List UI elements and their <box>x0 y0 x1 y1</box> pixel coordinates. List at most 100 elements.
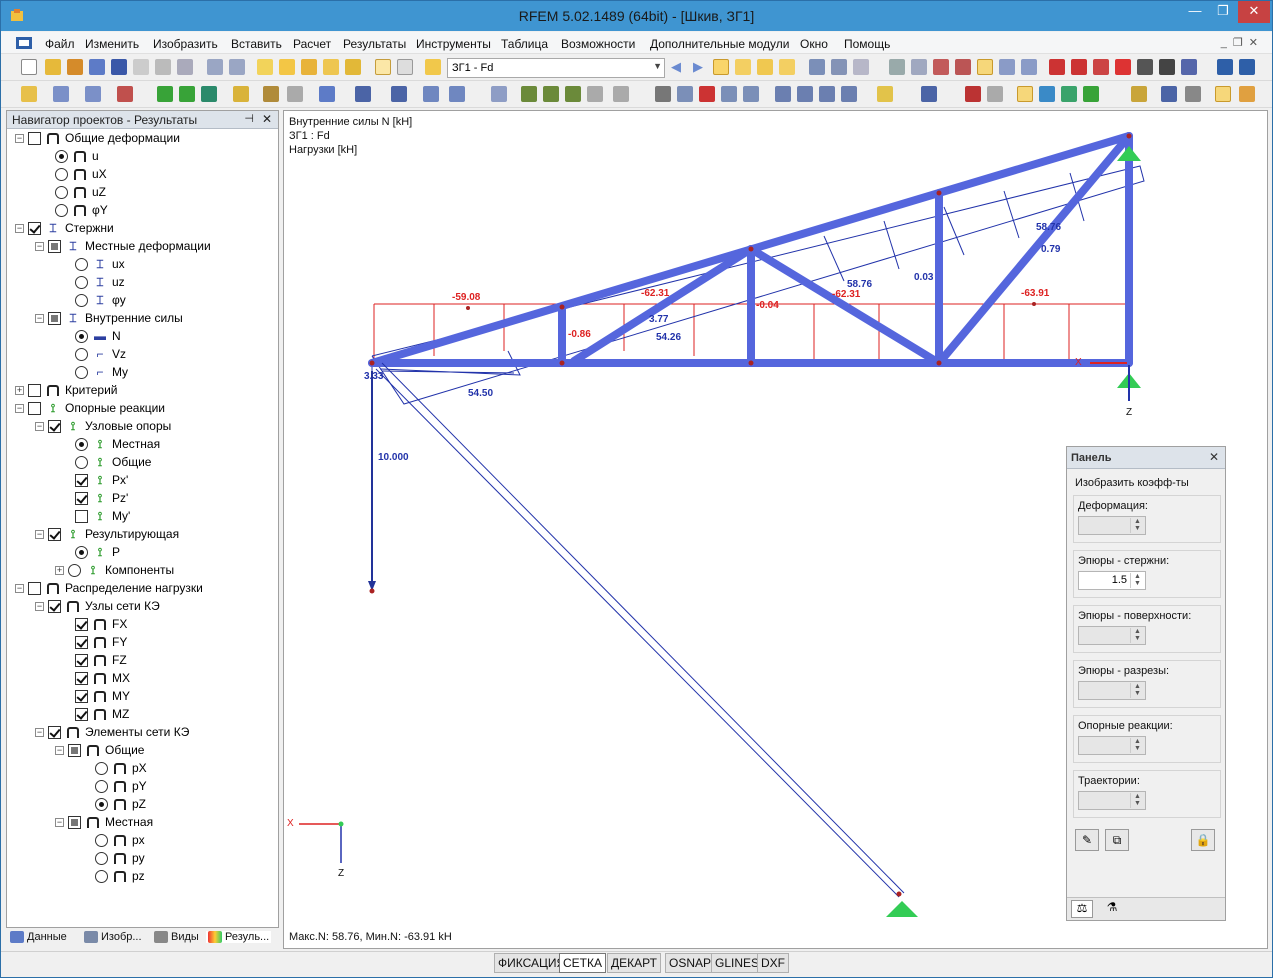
open-folder-icon[interactable] <box>67 59 83 75</box>
filter-3-icon[interactable] <box>977 59 993 75</box>
tree-item-px-global[interactable]: pX <box>95 759 147 777</box>
line-icon[interactable] <box>53 86 69 102</box>
tree-item-local-ux[interactable]: ⌶ ux <box>75 255 125 273</box>
print-icon[interactable] <box>133 59 149 75</box>
results-on-icon[interactable] <box>713 59 729 75</box>
color-icon[interactable] <box>965 86 981 102</box>
tab-views[interactable]: Виды <box>154 931 199 943</box>
tree-item-n[interactable]: ▬ N <box>75 327 121 345</box>
tree-item-mx[interactable]: MX <box>75 669 130 687</box>
grid-toggle[interactable]: СЕТКА <box>559 953 606 973</box>
trajectories-factor-input[interactable]: ▲ ▼ <box>1078 791 1146 810</box>
tree-item-my-support[interactable]: ⟟ My' <box>75 507 130 525</box>
snap-toggle[interactable]: ФИКСАЦИЯ <box>494 953 570 973</box>
panel-toggle-icon[interactable] <box>1215 86 1231 102</box>
table-toggle-icon[interactable] <box>397 59 413 75</box>
filter-2-icon[interactable] <box>955 59 971 75</box>
zoom-window-icon[interactable] <box>677 86 693 102</box>
menu-edit[interactable]: Изменить <box>85 37 139 51</box>
tree-item-local-deformations[interactable]: − ⌶ Местные деформации <box>35 237 211 255</box>
print-preview-icon[interactable] <box>155 59 171 75</box>
tree-item-u[interactable]: u <box>55 147 99 165</box>
result-display-3-icon[interactable] <box>1061 86 1077 102</box>
view-3d-icon[interactable] <box>721 86 737 102</box>
surface-icon[interactable] <box>117 86 133 102</box>
menu-results[interactable]: Результаты <box>343 37 406 51</box>
tree-item-pz-local[interactable]: pz <box>95 867 145 885</box>
mdi-window-buttons[interactable]: _❐✕ <box>1221 36 1264 49</box>
menu-file[interactable]: Файл <box>45 37 75 51</box>
pin-icon[interactable]: ⊣ <box>244 112 254 125</box>
scale-icon[interactable] <box>587 86 603 102</box>
menu-window[interactable]: Окно <box>800 37 828 51</box>
filter-5-icon[interactable] <box>1021 59 1037 75</box>
result-display-7-icon[interactable] <box>1185 86 1201 102</box>
view-z-icon[interactable] <box>819 86 835 102</box>
minimize-button[interactable]: — <box>1180 1 1210 23</box>
copy-icon[interactable] <box>521 86 537 102</box>
tree-item-members[interactable]: − ⌶ Стержни <box>15 219 114 237</box>
tree-item-load-distribution[interactable]: − Распределение нагрузки <box>15 579 203 597</box>
save-icon[interactable] <box>111 59 127 75</box>
view-3d-2-icon[interactable] <box>743 86 759 102</box>
deformation-factor-input[interactable]: ▲ ▼ <box>1078 516 1146 535</box>
tree-item-elements-global[interactable]: − Общие <box>55 741 144 759</box>
panel-close-icon[interactable]: ✕ <box>1209 450 1219 464</box>
tree-item-global-deformations[interactable]: − Общие деформации <box>15 129 180 147</box>
undo-icon[interactable] <box>207 59 223 75</box>
open-icon[interactable] <box>45 59 61 75</box>
result-display-6-icon[interactable] <box>1161 86 1177 102</box>
node-icon[interactable] <box>21 86 37 102</box>
support-reactions-factor-input[interactable]: ▲ ▼ <box>1078 736 1146 755</box>
navigator-close-icon[interactable]: ✕ <box>262 112 272 126</box>
filter-icon[interactable] <box>933 59 949 75</box>
model-2-icon[interactable] <box>355 86 371 102</box>
scale-2-icon[interactable] <box>613 86 629 102</box>
grid-icon[interactable] <box>911 59 927 75</box>
tree-item-mz[interactable]: MZ <box>75 705 129 723</box>
navigator-toggle-icon[interactable] <box>375 59 391 75</box>
tree-item-components[interactable]: + ⟟ Компоненты <box>55 561 174 579</box>
mirror-icon[interactable] <box>565 86 581 102</box>
menu-insert[interactable]: Вставить <box>231 37 282 51</box>
load-3-icon[interactable] <box>287 86 303 102</box>
settings-icon[interactable] <box>1181 59 1197 75</box>
animate-icon[interactable] <box>809 59 825 75</box>
mesh-icon[interactable] <box>889 59 905 75</box>
result-display-2-icon[interactable] <box>1039 86 1055 102</box>
model-4-icon[interactable] <box>423 86 439 102</box>
result-display-icon[interactable] <box>1017 86 1033 102</box>
dimension-icon[interactable] <box>1049 59 1065 75</box>
tree-item-nodal-supports[interactable]: − ⟟ Узловые опоры <box>35 417 171 435</box>
edit-button[interactable]: ✎ <box>1075 829 1099 851</box>
filter-4-icon[interactable] <box>999 59 1015 75</box>
tree-item-uz[interactable]: uZ <box>55 183 106 201</box>
tree-item-resultant[interactable]: − ⟟ Результирующая <box>35 525 179 543</box>
result-display-5-icon[interactable] <box>1131 86 1147 102</box>
model-icon[interactable] <box>319 86 335 102</box>
tree-item-ux[interactable]: uX <box>55 165 107 183</box>
tree-item-local-uz[interactable]: ⌶ uz <box>75 273 125 291</box>
tree-item-phiy[interactable]: φY <box>55 201 108 219</box>
tree-item-my-node[interactable]: MY <box>75 687 130 705</box>
measure-icon[interactable] <box>655 86 671 102</box>
support-2-icon[interactable] <box>179 86 195 102</box>
tree-item-pz-global[interactable]: pZ <box>95 795 146 813</box>
menu-table[interactable]: Таблица <box>501 37 548 51</box>
maximize-button[interactable]: ❐ <box>1208 1 1238 23</box>
tree-item-global[interactable]: ⟟ Общие <box>75 453 151 471</box>
view-negx-icon[interactable] <box>841 86 857 102</box>
tree-item-fy[interactable]: FY <box>75 633 127 651</box>
export-2-icon[interactable] <box>1239 59 1255 75</box>
tree-item-local[interactable]: ⟟ Местная <box>75 435 160 453</box>
osnap-toggle[interactable]: OSNAP <box>665 953 716 973</box>
render-2-icon[interactable] <box>1159 59 1175 75</box>
tab-results[interactable]: Резуль... <box>206 931 272 943</box>
new-icon[interactable] <box>21 59 37 75</box>
tree-item-pz[interactable]: ⟟ Pz' <box>75 489 128 507</box>
load-2-icon[interactable] <box>263 86 279 102</box>
tree-item-px-local[interactable]: px <box>95 831 145 849</box>
tree-item-p[interactable]: ⟟ P <box>75 543 120 561</box>
select-icon[interactable] <box>323 59 339 75</box>
edit-icon[interactable] <box>257 59 273 75</box>
